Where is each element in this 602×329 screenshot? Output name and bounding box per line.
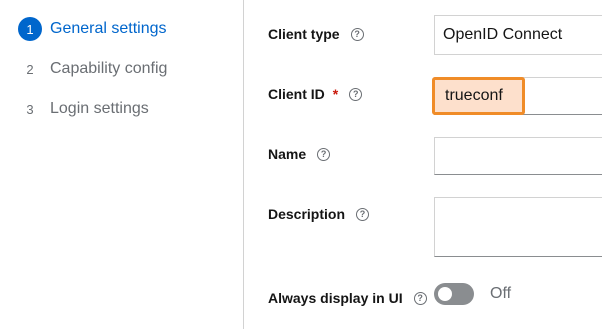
- client-id-input[interactable]: trueconf: [432, 77, 525, 115]
- name-input[interactable]: [434, 137, 602, 175]
- description-textarea[interactable]: [434, 197, 602, 257]
- wizard-step-capability-config[interactable]: 2 Capability config: [18, 57, 167, 81]
- client-id-label-row: Client ID * ?: [268, 86, 363, 102]
- description-label-row: Description ?: [268, 206, 370, 222]
- help-icon[interactable]: ?: [317, 147, 331, 161]
- step-label: General settings: [50, 20, 167, 37]
- help-icon[interactable]: ?: [413, 291, 427, 305]
- always-display-label: Always display in UI: [268, 290, 403, 306]
- wizard-step-login-settings[interactable]: 3 Login settings: [18, 97, 149, 121]
- toggle-knob: [438, 287, 452, 301]
- name-label-row: Name ?: [268, 146, 331, 162]
- general-settings-form: Client type ? OpenID Connect Client ID *…: [245, 0, 602, 329]
- client-type-value: OpenID Connect: [443, 26, 563, 43]
- description-label: Description: [268, 206, 346, 222]
- client-id-label: Client ID: [268, 86, 325, 102]
- client-type-label-row: Client type ?: [268, 26, 364, 42]
- step-label: Login settings: [50, 100, 149, 117]
- client-type-field[interactable]: OpenID Connect: [434, 15, 602, 55]
- step-number: 2: [26, 61, 34, 77]
- client-id-value: trueconf: [445, 87, 503, 104]
- help-icon[interactable]: ?: [350, 27, 364, 41]
- always-display-toggle[interactable]: [434, 283, 474, 305]
- wizard-step-general-settings[interactable]: 1 General settings: [18, 17, 167, 41]
- client-type-label: Client type: [268, 26, 340, 42]
- step-label: Capability config: [50, 60, 168, 77]
- wizard-nav: 1 General settings 2 Capability config 3…: [0, 0, 244, 329]
- step-number: 3: [26, 101, 34, 117]
- help-icon[interactable]: ?: [356, 207, 370, 221]
- always-display-state: Off: [490, 285, 512, 302]
- help-icon[interactable]: ?: [349, 87, 363, 101]
- required-marker: *: [332, 86, 339, 102]
- always-display-label-row: Always display in UI ?: [268, 290, 427, 306]
- step-number: 1: [18, 17, 42, 41]
- name-label: Name: [268, 146, 307, 162]
